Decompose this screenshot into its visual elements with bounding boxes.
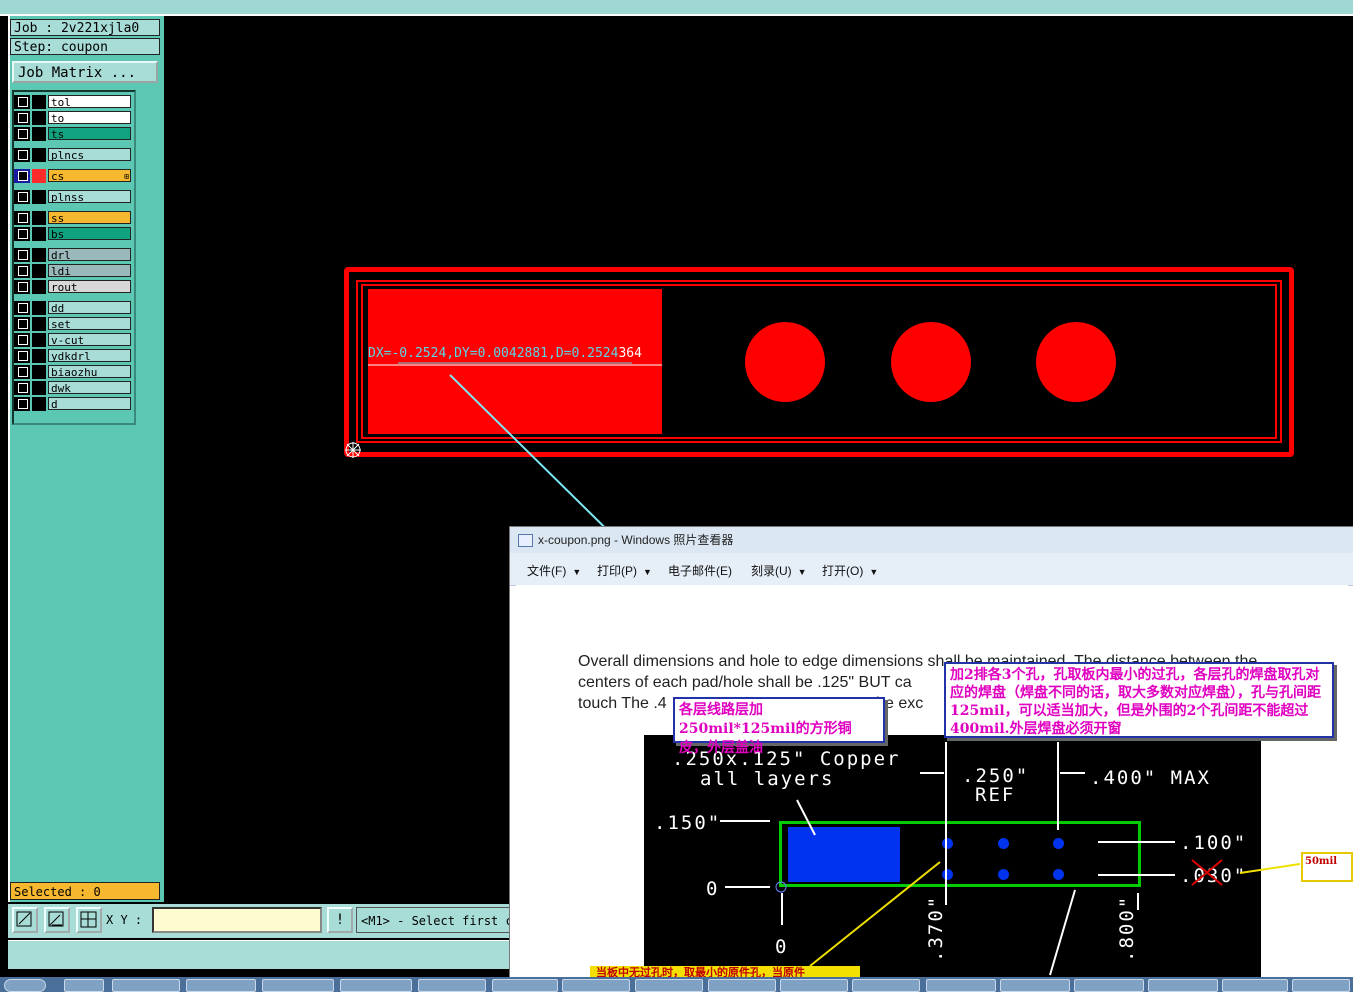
taskbar-item[interactable] [64, 979, 104, 992]
annotation-50mil: 50mil [1301, 852, 1353, 882]
annotation-holes: 加2排各3个孔，孔取板内最小的过孔，各层孔的焊盘取孔对应的焊盘（焊盘不同的话，取… [944, 662, 1334, 738]
taskbar-item[interactable] [492, 979, 558, 992]
taskbar-item[interactable] [708, 979, 776, 992]
taskbar-item[interactable] [1148, 979, 1218, 992]
taskbar-item[interactable] [562, 979, 630, 992]
taskbar-item[interactable] [1074, 979, 1144, 992]
taskbar-item[interactable] [635, 979, 703, 992]
taskbar-item[interactable] [112, 979, 180, 992]
taskbar-item[interactable] [418, 979, 486, 992]
taskbar-item[interactable] [262, 979, 334, 992]
start-button[interactable] [4, 979, 46, 992]
taskbar-item[interactable] [1000, 979, 1070, 992]
taskbar-item[interactable] [780, 979, 848, 992]
taskbar-item[interactable] [1292, 979, 1350, 992]
taskbar-item[interactable] [926, 979, 996, 992]
taskbar-item[interactable] [186, 979, 256, 992]
taskbar-item[interactable] [340, 979, 412, 992]
figure-lines [720, 742, 1301, 976]
taskbar-item[interactable] [852, 979, 920, 992]
annotation-copper: 各层线路层加250mil*125mil的方形铜皮，外层盖油 [673, 697, 885, 756]
taskbar-item[interactable] [1222, 979, 1288, 992]
annotation-via: 当板中无过孔时，取最小的原件孔，当原件 [590, 966, 860, 977]
